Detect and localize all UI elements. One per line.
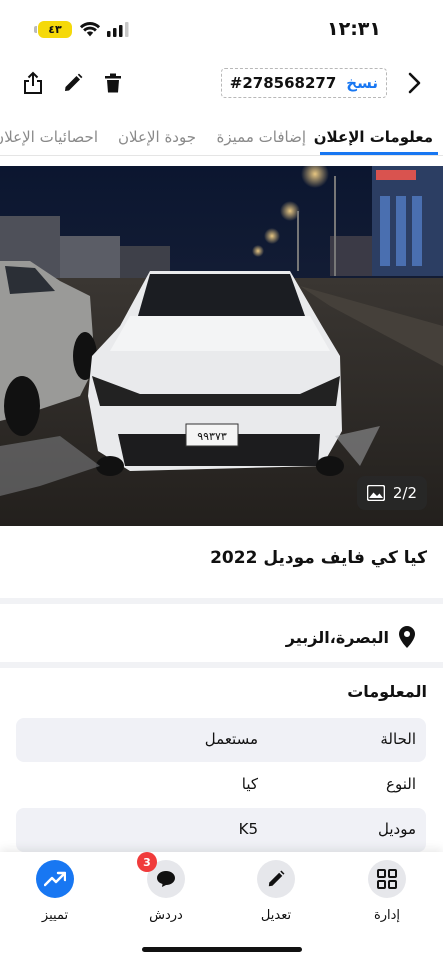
action-header: نسخ #278568277: [0, 56, 443, 110]
nav-feature-circle[interactable]: [36, 860, 74, 898]
tab-ad-info[interactable]: معلومات الإعلان: [314, 128, 433, 146]
photo-counter-badge: 2/2: [356, 476, 427, 510]
nav-manage-label: إدارة: [373, 908, 401, 923]
photo-counter: 2/2: [392, 484, 417, 502]
listing-title: كيا كي فايف موديل 2022: [210, 548, 427, 568]
license-plate: ٩٩٣٧٣: [197, 430, 227, 443]
listing-photo[interactable]: ٩٩٣٧٣ 2/2: [0, 166, 443, 526]
tab-ad-quality[interactable]: جودة الإعلان: [118, 128, 196, 146]
copy-label[interactable]: نسخ: [346, 74, 378, 92]
wifi-icon: [79, 22, 101, 37]
info-label: موديل: [378, 820, 416, 838]
signal-icon: [107, 22, 129, 37]
battery-cap: [34, 26, 37, 33]
trash-icon: [105, 73, 121, 93]
active-tab-indicator: [320, 152, 438, 155]
location-text: البصرة،الزبير: [285, 627, 389, 647]
pencil-icon: [268, 870, 285, 887]
nav-chat-circle[interactable]: 3: [137, 852, 185, 898]
nav-edit-label: تعديل: [260, 908, 292, 923]
section-divider: [0, 662, 443, 668]
section-divider: [0, 598, 443, 604]
edit-button[interactable]: [60, 70, 86, 96]
ad-id: #278568277: [229, 74, 337, 92]
share-icon: [24, 71, 42, 94]
battery-level: ٤٣: [48, 23, 62, 36]
status-time: ١٢:٣١: [327, 18, 381, 40]
delete-button[interactable]: [100, 70, 126, 96]
info-section-title: المعلومات: [347, 682, 427, 701]
grid-icon: [377, 869, 397, 889]
chevron-right-icon: [408, 72, 421, 94]
trending-up-icon: [44, 871, 66, 887]
car-photo-illustration: ٩٩٣٧٣: [0, 166, 443, 526]
nav-manage-circle[interactable]: [368, 860, 406, 898]
ad-id-pill[interactable]: نسخ #278568277: [220, 68, 387, 98]
nav-chat-label: دردش: [149, 908, 183, 923]
nav-edit[interactable]: تعديل: [236, 860, 316, 923]
info-value: كيا: [241, 775, 258, 793]
info-row-condition: الحالة مستعمل: [16, 718, 426, 762]
nav-edit-circle[interactable]: [257, 860, 295, 898]
location-row[interactable]: البصرة،الزبير: [286, 626, 415, 648]
back-button[interactable]: [401, 70, 427, 96]
tab-ad-statistics[interactable]: احصائيات الإعلان: [0, 128, 98, 146]
status-bar: ٤٣ ١٢:٣١: [0, 0, 443, 56]
chat-icon: [157, 871, 175, 887]
pencil-icon: [65, 73, 83, 91]
share-button[interactable]: [20, 70, 46, 96]
info-row-make: النوع كيا: [16, 763, 426, 807]
tab-bar: معلومات الإعلان إضافات مميزة جودة الإعلا…: [0, 122, 443, 156]
chat-unread-badge: 3: [137, 852, 157, 872]
battery-icon: ٤٣: [38, 21, 72, 38]
tab-featured-extras[interactable]: إضافات مميزة: [217, 128, 306, 146]
location-pin-icon: [399, 626, 415, 648]
bottom-nav: إدارة تعديل 3 دردش تمييز: [0, 852, 443, 960]
info-label: النوع: [386, 775, 416, 793]
info-value: K5: [238, 820, 258, 838]
image-icon: [366, 485, 385, 501]
info-value: مستعمل: [204, 730, 258, 748]
nav-chat[interactable]: 3 دردش: [126, 852, 206, 923]
nav-feature[interactable]: تمييز: [15, 860, 95, 923]
nav-feature-label: تمييز: [41, 908, 69, 923]
info-label: الحالة: [380, 730, 416, 748]
home-indicator: [142, 947, 302, 952]
nav-manage[interactable]: إدارة: [347, 860, 427, 923]
info-row-model: موديل K5: [16, 808, 426, 852]
